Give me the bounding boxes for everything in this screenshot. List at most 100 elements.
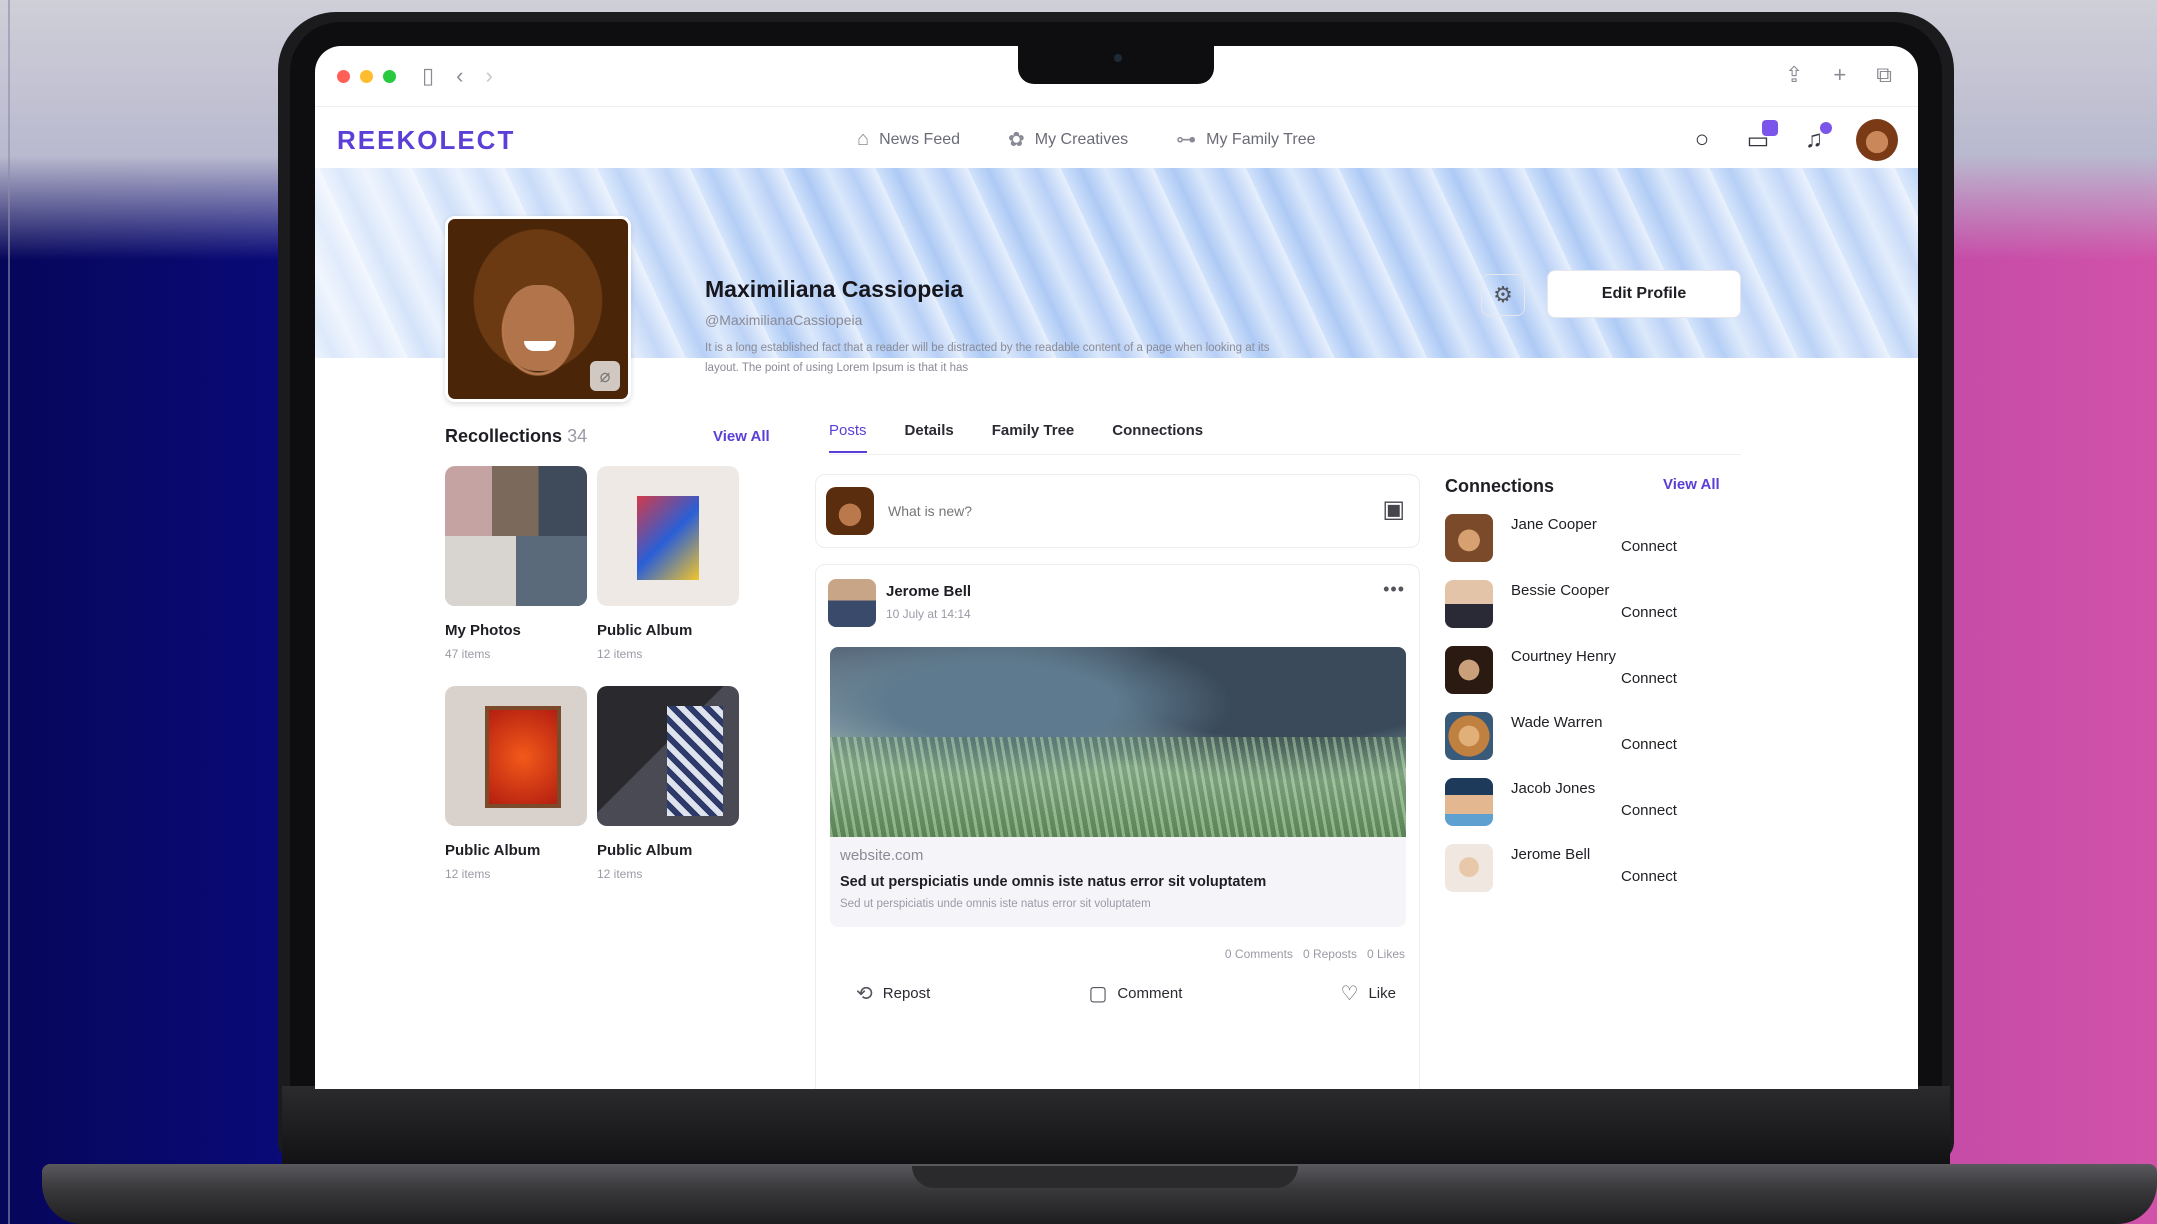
profile-name: Maximiliana Cassiopeia	[705, 276, 964, 302]
connect-button[interactable]: Connect	[1621, 802, 1677, 819]
laptop-hinge	[282, 1086, 1950, 1164]
recollections-view-all[interactable]: View All	[713, 428, 770, 445]
album-name: My Photos	[445, 622, 521, 639]
profile-smile	[524, 341, 556, 351]
connection-avatar[interactable]	[1445, 712, 1493, 760]
album-name: Public Album	[445, 842, 541, 859]
connection-name[interactable]: Jerome Bell	[1511, 846, 1590, 863]
connect-button[interactable]: Connect	[1621, 868, 1677, 885]
tabs-overview-icon[interactable]: ⧉	[1876, 62, 1892, 88]
minimize-window-button[interactable]	[360, 69, 373, 83]
camera-notch	[1018, 44, 1214, 84]
nav-label: News Feed	[879, 130, 961, 148]
profile-photo[interactable]: ⌀	[445, 216, 631, 402]
connections-view-all[interactable]: View All	[1663, 476, 1720, 493]
camera-dot	[1114, 54, 1122, 62]
post-author[interactable]: Jerome Bell	[886, 583, 971, 600]
tab-connections[interactable]: Connections	[1112, 422, 1203, 453]
back-icon[interactable]: ‹	[456, 63, 463, 89]
repost-button[interactable]: ⟲ Repost	[856, 981, 930, 1006]
forward-icon[interactable]: ›	[485, 63, 492, 89]
logo[interactable]: REEKOLECT	[337, 125, 515, 156]
recollections-title: Recollections 34	[445, 426, 587, 447]
nav-my-family-tree[interactable]: ⊶ My Family Tree	[1176, 127, 1315, 152]
connection-name[interactable]: Bessie Cooper	[1511, 582, 1609, 599]
profile-handle: @MaximilianaCassiopeia	[705, 312, 863, 328]
avatar[interactable]	[1856, 119, 1898, 161]
connection-avatar[interactable]	[1445, 646, 1493, 694]
connection-name[interactable]: Courtney Henry	[1511, 648, 1616, 665]
nav-label: My Creatives	[1034, 130, 1129, 148]
post-author-avatar[interactable]	[828, 579, 876, 627]
sidebar-toggle-icon[interactable]: ▯	[422, 63, 434, 89]
maximize-window-button[interactable]	[383, 69, 396, 83]
link-preview[interactable]: website.com Sed ut perspiciatis unde omn…	[830, 837, 1406, 927]
profile-tabs: Posts Details Family Tree Connections	[829, 422, 1203, 453]
connect-button[interactable]: Connect	[1621, 538, 1677, 555]
connection-name[interactable]: Wade Warren	[1511, 714, 1602, 731]
edit-profile-button[interactable]: Edit Profile	[1547, 270, 1741, 318]
post-image[interactable]	[830, 647, 1406, 837]
tabs-divider	[829, 454, 1741, 455]
connection-avatar[interactable]	[1445, 844, 1493, 892]
close-window-button[interactable]	[337, 69, 350, 83]
nav-my-creatives[interactable]: ✿ My Creatives	[1008, 127, 1128, 152]
window-controls	[337, 69, 396, 83]
change-photo-icon[interactable]: ⌀	[590, 361, 620, 391]
album-public-2[interactable]: Public Album 12 items	[445, 686, 587, 881]
album-artwork	[667, 706, 723, 816]
album-my-photos[interactable]: My Photos 47 items	[445, 466, 587, 661]
connection-name[interactable]: Jane Cooper	[1511, 516, 1597, 533]
album-count: 12 items	[597, 867, 643, 881]
album-public-3[interactable]: Public Album 12 items	[597, 686, 739, 881]
search-icon[interactable]: ○	[1688, 126, 1716, 154]
connection-name[interactable]: Jacob Jones	[1511, 780, 1595, 797]
tab-details[interactable]: Details	[905, 422, 954, 453]
album-artwork	[637, 496, 699, 580]
connect-button[interactable]: Connect	[1621, 604, 1677, 621]
app-navbar: REEKOLECT ⌂ News Feed ✿ My Creatives ⊶ M…	[315, 106, 1918, 168]
link-title: Sed ut perspiciatis unde omnis iste natu…	[840, 874, 1267, 890]
profile-face	[504, 285, 574, 371]
album-artwork	[485, 706, 561, 808]
tab-family-tree[interactable]: Family Tree	[992, 422, 1075, 453]
album-public-1[interactable]: Public Album 12 items	[597, 466, 739, 661]
connection-item: Jacob Jones Connect	[1441, 770, 1741, 826]
add-image-icon[interactable]: ▣	[1382, 495, 1405, 524]
connect-button[interactable]: Connect	[1621, 670, 1677, 687]
share-icon[interactable]: ⇪	[1785, 62, 1803, 88]
home-icon: ⌂	[857, 128, 870, 150]
comment-label: Comment	[1117, 985, 1183, 1002]
bell-icon[interactable]: ♫	[1800, 122, 1832, 154]
browser-actions: ⇪ + ⧉	[1785, 62, 1892, 88]
album-thumbnail	[597, 466, 739, 606]
connection-item: Bessie Cooper Connect	[1441, 572, 1741, 628]
more-options-icon[interactable]: •••	[1383, 579, 1405, 600]
album-thumbnail	[445, 686, 587, 826]
connection-item: Wade Warren Connect	[1441, 704, 1741, 760]
like-label: Like	[1368, 985, 1396, 1002]
settings-button[interactable]: ⚙	[1481, 274, 1525, 316]
nav-news-feed[interactable]: ⌂ News Feed	[857, 127, 960, 152]
connection-avatar[interactable]	[1445, 580, 1493, 628]
post-stats: 0 Comments 0 Reposts 0 Likes	[1225, 947, 1405, 961]
new-tab-icon[interactable]: +	[1833, 62, 1846, 88]
post-actions: ⟲ Repost ▢ Comment ♡ Like	[856, 981, 1396, 1006]
connection-avatar[interactable]	[1445, 778, 1493, 826]
connect-button[interactable]: Connect	[1621, 736, 1677, 753]
connection-item: Jerome Bell Connect	[1441, 836, 1741, 892]
tab-posts[interactable]: Posts	[829, 422, 867, 453]
comment-button[interactable]: ▢ Comment	[1088, 981, 1182, 1006]
whats-new-input[interactable]	[888, 503, 1328, 519]
connection-avatar[interactable]	[1445, 514, 1493, 562]
repost-label: Repost	[882, 985, 931, 1002]
main-nav: ⌂ News Feed ✿ My Creatives ⊶ My Family T…	[857, 127, 1315, 152]
like-button[interactable]: ♡ Like	[1341, 981, 1396, 1006]
background-line	[8, 0, 10, 1224]
chat-icon[interactable]: ▭	[1744, 119, 1778, 155]
post-time: 10 July at 14:14	[886, 607, 971, 621]
album-count: 12 items	[597, 647, 643, 661]
connection-item: Courtney Henry Connect	[1441, 638, 1741, 694]
album-name: Public Album	[597, 842, 693, 859]
likes-count: 0 Likes	[1366, 947, 1405, 961]
